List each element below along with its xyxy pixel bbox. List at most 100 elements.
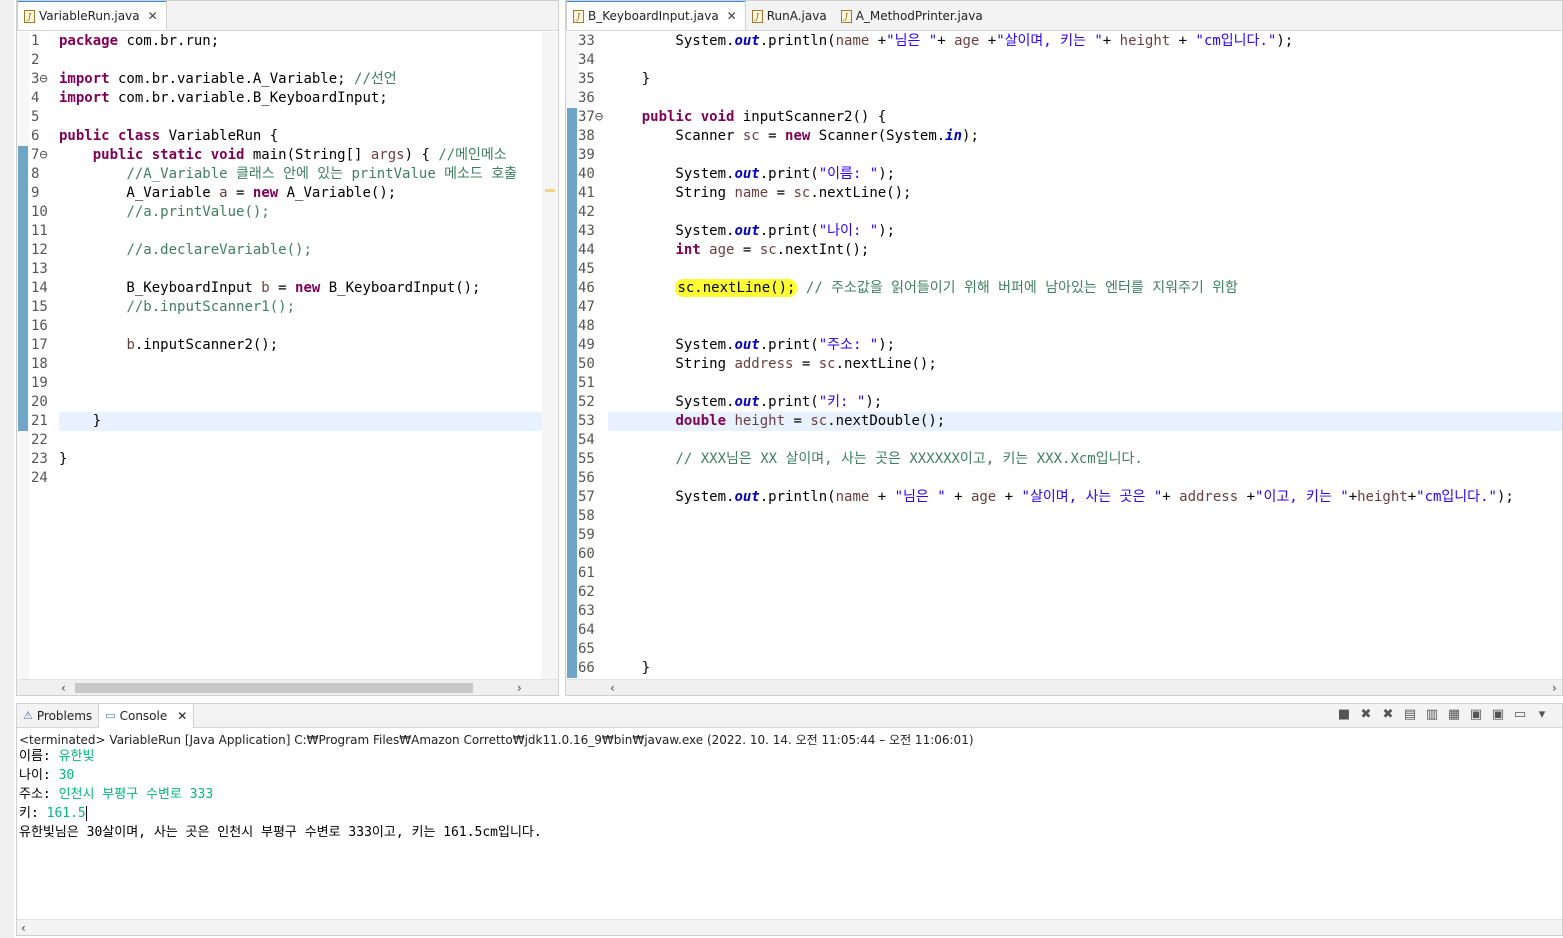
line-number[interactable]: 3⊖: [31, 70, 61, 89]
line-number[interactable]: 24: [31, 469, 61, 488]
code-line[interactable]: [59, 317, 542, 336]
code-line[interactable]: // XXX님은 XX 살이며, 사는 곳은 XXXXXX이고, 키는 XXX.…: [608, 450, 1562, 469]
code-line[interactable]: [608, 203, 1562, 222]
scroll-right-icon[interactable]: ›: [1552, 680, 1557, 695]
line-number[interactable]: 16: [31, 317, 61, 336]
tab-problems[interactable]: ⚠ Problems: [17, 704, 98, 728]
display-selected-console-icon[interactable]: ▭: [1512, 707, 1528, 723]
code-line[interactable]: System.out.print("나이: ");: [608, 222, 1562, 241]
line-number[interactable]: 42: [578, 203, 608, 222]
code-line[interactable]: [59, 469, 542, 488]
line-number[interactable]: 10: [31, 203, 61, 222]
remove-launch-icon[interactable]: ✖: [1358, 707, 1374, 723]
code-line[interactable]: [608, 621, 1562, 640]
close-icon[interactable]: ✕: [727, 9, 737, 23]
console-horizontal-scrollbar[interactable]: ‹: [17, 919, 1562, 935]
line-number[interactable]: 19: [31, 374, 61, 393]
code-line[interactable]: [608, 526, 1562, 545]
line-number[interactable]: 48: [578, 317, 608, 336]
open-console-icon[interactable]: ▾: [1534, 707, 1550, 723]
line-number[interactable]: 57: [578, 488, 608, 507]
code-line[interactable]: [608, 317, 1562, 336]
code-line[interactable]: [608, 583, 1562, 602]
line-number[interactable]: 46: [578, 279, 608, 298]
code-line[interactable]: public class VariableRun {: [59, 127, 542, 146]
scroll-left-icon[interactable]: ‹: [21, 920, 26, 936]
code-line[interactable]: [608, 89, 1562, 108]
overview-marker[interactable]: [545, 189, 555, 192]
line-number[interactable]: 35: [578, 70, 608, 89]
left-code-editor[interactable]: 1 2 3⊖ 4 5 6 7⊖ 8 9 10 11 12 13 14 15 16 17 18 19 20 21 22 23 2…: [17, 32, 558, 679]
code-line[interactable]: A_Variable a = new A_Variable();: [59, 184, 542, 203]
editor-tab[interactable]: J B_KeyboardInput.java ✕: [566, 1, 746, 30]
tab-variablerun[interactable]: J VariableRun.java ✕: [17, 1, 167, 30]
line-number[interactable]: 36: [578, 89, 608, 108]
code-line[interactable]: [608, 507, 1562, 526]
line-number[interactable]: 56: [578, 469, 608, 488]
code-line[interactable]: }: [608, 659, 1562, 678]
line-number[interactable]: 45: [578, 260, 608, 279]
line-number[interactable]: 11: [31, 222, 61, 241]
line-number[interactable]: 39: [578, 146, 608, 165]
code-area[interactable]: package com.br.run; import com.br.variabl…: [59, 32, 542, 488]
line-number[interactable]: 37⊖: [578, 108, 608, 127]
code-line[interactable]: }: [608, 70, 1562, 89]
line-number[interactable]: 54: [578, 431, 608, 450]
close-icon[interactable]: ✕: [148, 9, 158, 23]
line-number[interactable]: 64: [578, 621, 608, 640]
code-line[interactable]: }: [59, 450, 542, 469]
line-number[interactable]: 8: [31, 165, 61, 184]
code-line[interactable]: [59, 374, 542, 393]
line-number[interactable]: 33: [578, 32, 608, 51]
scroll-left-icon[interactable]: ‹: [610, 680, 615, 695]
remove-all-icon[interactable]: ✖: [1380, 707, 1396, 723]
line-number[interactable]: 52: [578, 393, 608, 412]
line-number[interactable]: 47: [578, 298, 608, 317]
line-number[interactable]: 41: [578, 184, 608, 203]
line-number[interactable]: 61: [578, 564, 608, 583]
word-wrap-icon[interactable]: ▦: [1446, 707, 1462, 723]
code-line[interactable]: System.out.println(name +"님은 "+ age +"살이…: [608, 32, 1562, 51]
line-number[interactable]: 60: [578, 545, 608, 564]
code-line[interactable]: //a.declareVariable();: [59, 241, 542, 260]
close-icon[interactable]: ✕: [177, 709, 187, 723]
line-number[interactable]: 62: [578, 583, 608, 602]
line-number[interactable]: 23: [31, 450, 61, 469]
line-number[interactable]: 49: [578, 336, 608, 355]
line-number[interactable]: 51: [578, 374, 608, 393]
code-line[interactable]: [608, 469, 1562, 488]
code-line[interactable]: [608, 298, 1562, 317]
line-number[interactable]: 21: [31, 412, 61, 431]
line-number[interactable]: 40: [578, 165, 608, 184]
code-line[interactable]: import com.br.variable.B_KeyboardInput;: [59, 89, 542, 108]
line-number[interactable]: 18: [31, 355, 61, 374]
line-number[interactable]: 6: [31, 127, 61, 146]
code-line[interactable]: //a.printValue();: [59, 203, 542, 222]
code-line[interactable]: [59, 51, 542, 70]
vertical-scrollbar[interactable]: [542, 32, 558, 679]
line-number[interactable]: 17: [31, 336, 61, 355]
line-number[interactable]: 66: [578, 659, 608, 678]
code-line[interactable]: System.out.print("주소: ");: [608, 336, 1562, 355]
code-line[interactable]: String address = sc.nextLine();: [608, 355, 1562, 374]
code-line[interactable]: [59, 431, 542, 450]
line-number[interactable]: 50: [578, 355, 608, 374]
code-line[interactable]: System.out.println(name + "님은 " + age + …: [608, 488, 1562, 507]
line-number[interactable]: 65: [578, 640, 608, 659]
scroll-lock-icon[interactable]: ▥: [1424, 707, 1440, 723]
code-line[interactable]: //A_Variable 클래스 안에 있는 printValue 메소드 호출: [59, 165, 542, 184]
code-line[interactable]: [608, 260, 1562, 279]
code-line[interactable]: Scanner sc = new Scanner(System.in);: [608, 127, 1562, 146]
line-number[interactable]: 14: [31, 279, 61, 298]
line-number[interactable]: 38: [578, 127, 608, 146]
editor-tab[interactable]: J A_MethodPrinter.java: [835, 2, 991, 30]
terminate-icon[interactable]: ■: [1336, 707, 1352, 723]
code-line[interactable]: [608, 146, 1562, 165]
line-number[interactable]: 55: [578, 450, 608, 469]
line-number[interactable]: 20: [31, 393, 61, 412]
line-number[interactable]: 58: [578, 507, 608, 526]
line-number[interactable]: 4: [31, 89, 61, 108]
code-line[interactable]: import com.br.variable.A_Variable; //선언: [59, 70, 542, 89]
code-line[interactable]: [59, 108, 542, 127]
code-line[interactable]: [59, 222, 542, 241]
